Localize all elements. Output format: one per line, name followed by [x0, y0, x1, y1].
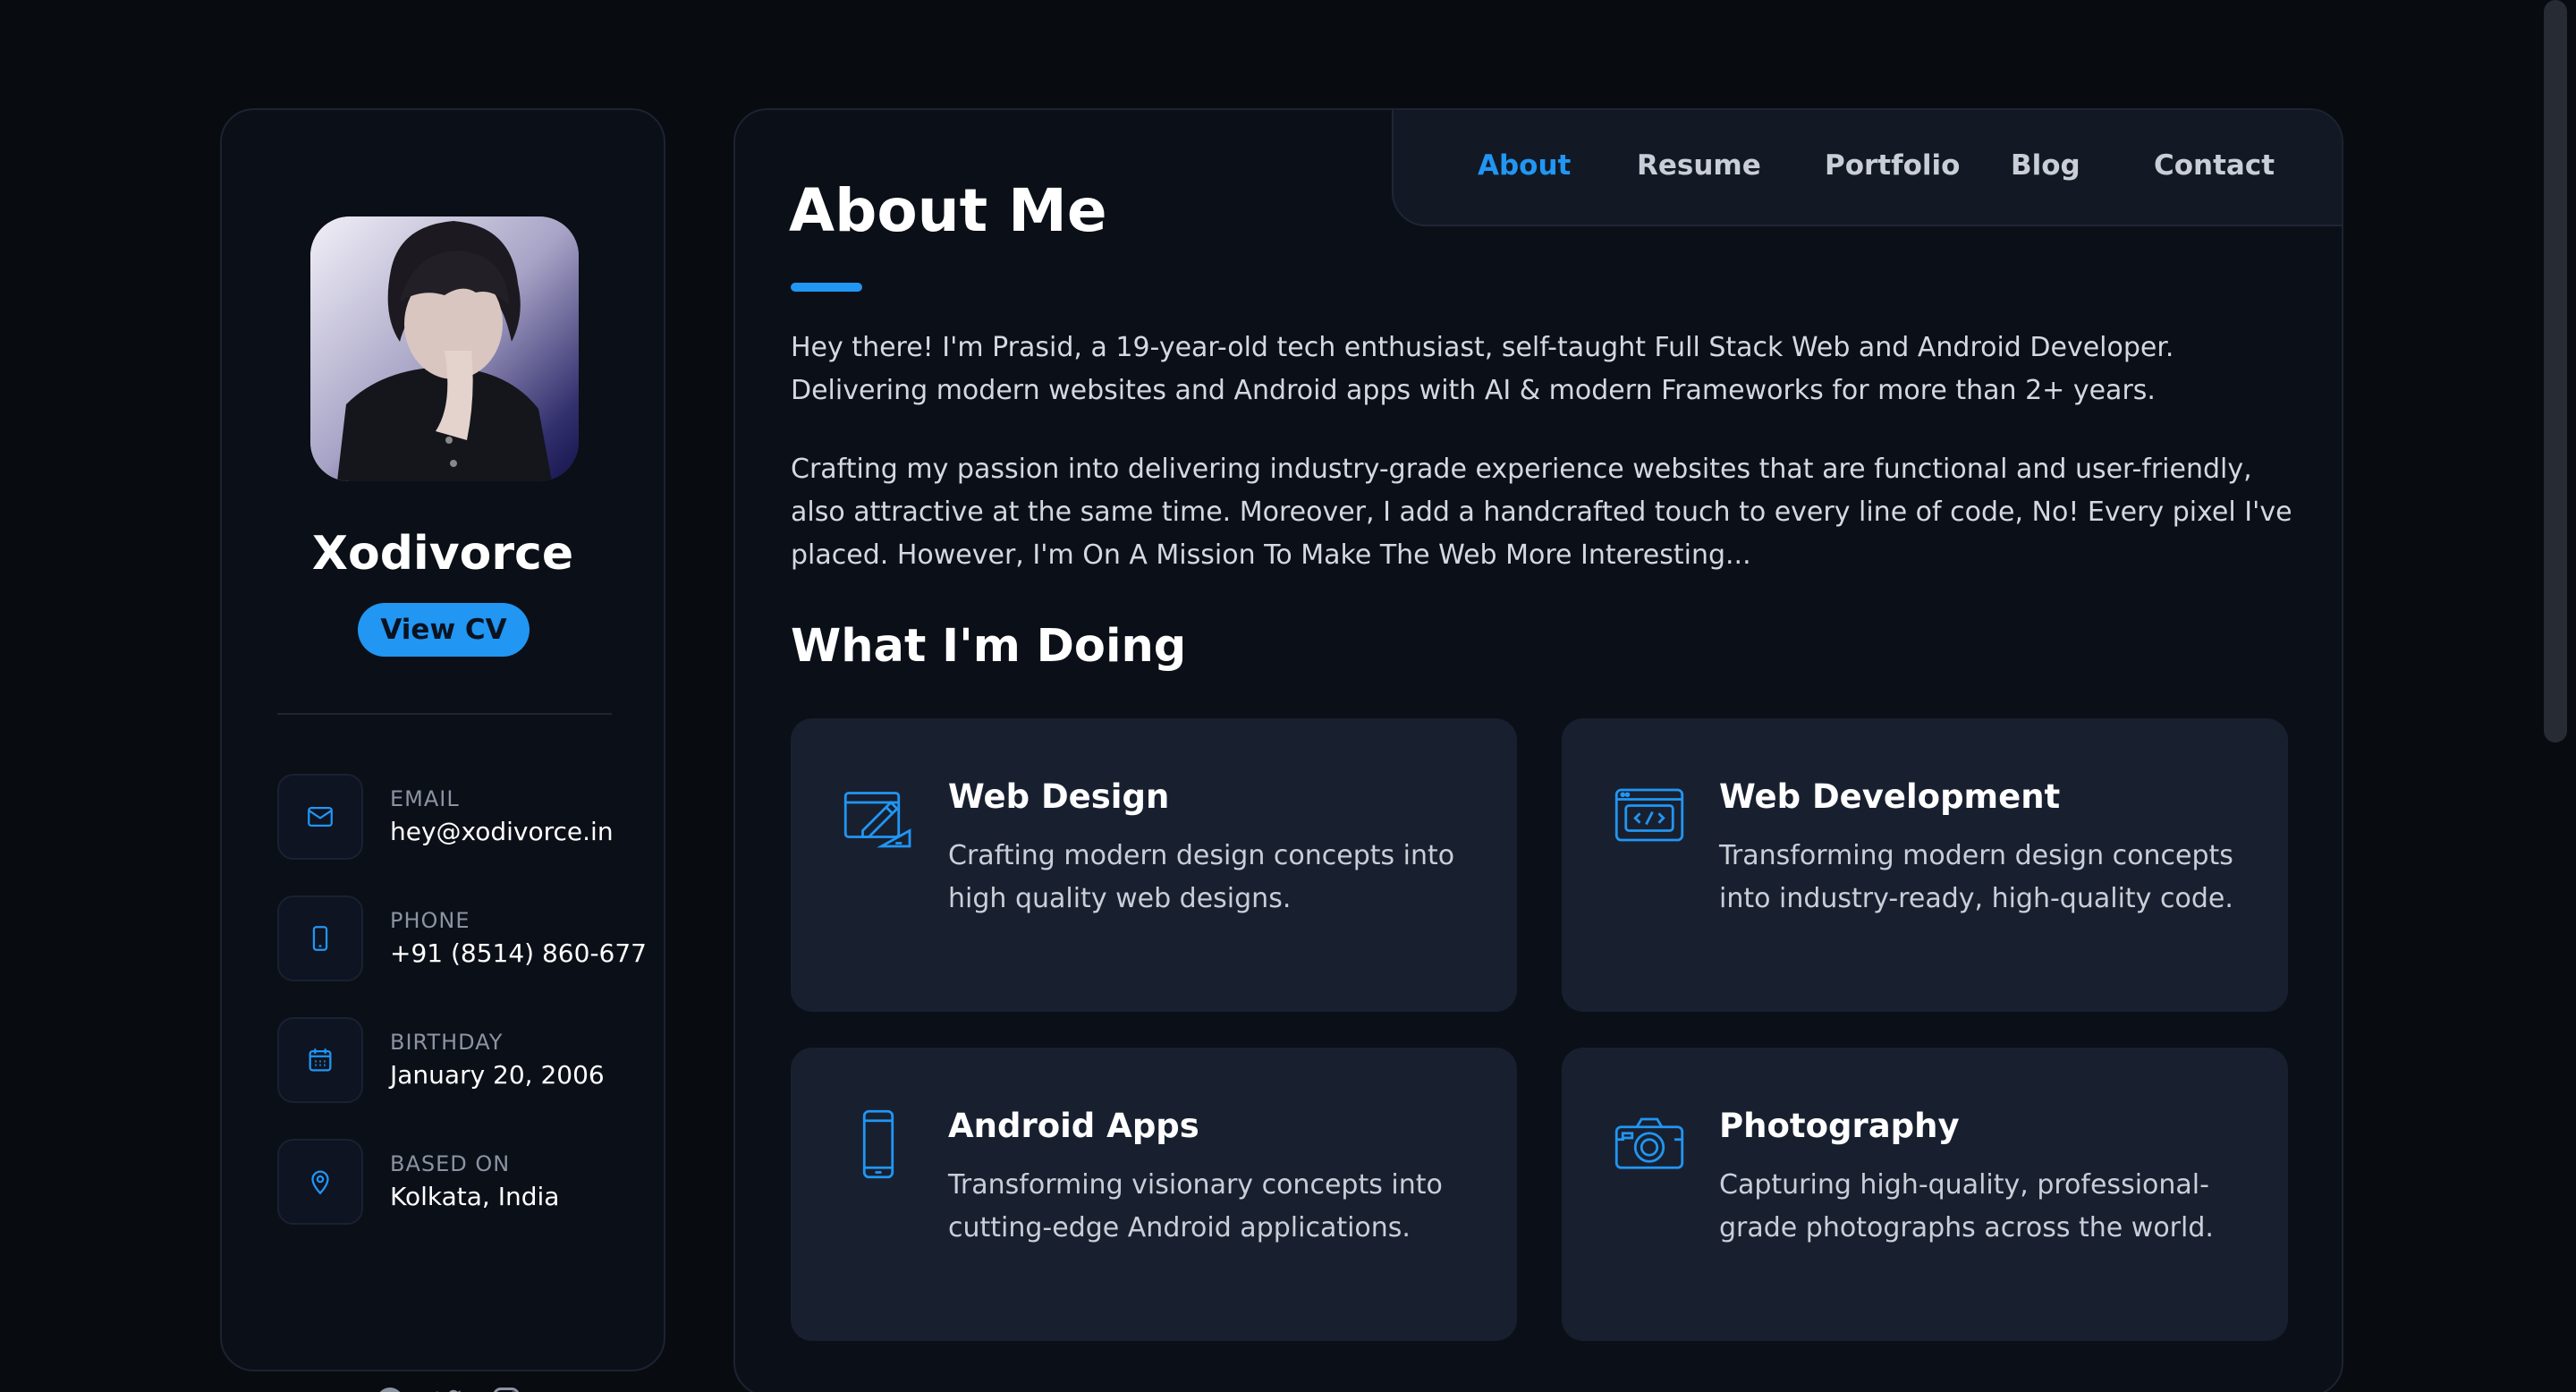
main-panel: About Resume Portfolio Blog Contact Abou…: [733, 108, 2343, 1392]
service-description: Capturing high-quality, professional-gra…: [1719, 1169, 2214, 1243]
nav-item-about[interactable]: About: [1478, 149, 1571, 182]
page-title: About Me: [789, 176, 1107, 245]
contact-label: PHONE: [390, 908, 470, 933]
service-card-web-design: Web Design Crafting modern design concep…: [791, 718, 1517, 1012]
email-value[interactable]: hey@xodivorce.in: [390, 817, 614, 846]
instagram-icon[interactable]: [490, 1385, 522, 1392]
service-title: Web Design: [948, 777, 1170, 816]
nav-item-resume[interactable]: Resume: [1637, 149, 1761, 182]
about-paragraph: Hey there! I'm Prasid, a 19-year-old tec…: [791, 332, 2174, 406]
web-design-icon: [841, 777, 916, 853]
contact-phone: PHONE +91 (8514) 860-677: [277, 895, 647, 981]
service-description: Crafting modern design concepts into hig…: [948, 840, 1455, 914]
location-pin-icon: [277, 1139, 363, 1225]
title-underline: [791, 283, 862, 292]
nav-item-blog[interactable]: Blog: [2011, 149, 2080, 182]
camera-icon: [1612, 1107, 1687, 1182]
calendar-icon: [277, 1017, 363, 1103]
code-window-icon: [1612, 777, 1687, 853]
nav-item-portfolio[interactable]: Portfolio: [1825, 149, 1960, 182]
page-scrollbar[interactable]: [2544, 0, 2567, 743]
smartphone-icon: [841, 1107, 916, 1182]
contact-label: EMAIL: [390, 786, 460, 811]
location-value: Kolkata, India: [390, 1182, 560, 1211]
page: Xodivorce View CV EMAIL hey@xodivorce.in…: [0, 0, 2576, 1392]
phone-value[interactable]: +91 (8514) 860-677: [390, 938, 647, 968]
sidebar-divider: [277, 713, 612, 715]
view-cv-button[interactable]: View CV: [358, 603, 530, 657]
birthday-value: January 20, 2006: [390, 1060, 605, 1090]
service-card-android-apps: Android Apps Transforming visionary conc…: [791, 1048, 1517, 1341]
facebook-icon[interactable]: [374, 1385, 406, 1392]
service-title: Photography: [1719, 1107, 1960, 1145]
phone-icon: [277, 895, 363, 981]
contact-label: BASED ON: [390, 1151, 511, 1176]
contact-label: BIRTHDAY: [390, 1030, 504, 1055]
service-card-photography: Photography Capturing high-quality, prof…: [1562, 1048, 2288, 1341]
contact-email: EMAIL hey@xodivorce.in: [277, 774, 635, 860]
contact-birthday: BIRTHDAY January 20, 2006: [277, 1017, 635, 1103]
service-description: Transforming modern design concepts into…: [1719, 840, 2233, 914]
profile-name: Xodivorce: [311, 527, 574, 581]
twitter-icon[interactable]: [432, 1385, 464, 1392]
service-title: Android Apps: [948, 1107, 1199, 1145]
contact-location: BASED ON Kolkata, India: [277, 1139, 635, 1225]
avatar: [310, 216, 579, 481]
service-description: Transforming visionary concepts into cut…: [948, 1169, 1443, 1243]
service-title: Web Development: [1719, 777, 2061, 816]
avatar-illustration: [310, 216, 579, 481]
profile-sidebar: Xodivorce View CV EMAIL hey@xodivorce.in…: [220, 108, 665, 1392]
section-title: What I'm Doing: [791, 620, 1187, 673]
nav-item-contact[interactable]: Contact: [2154, 149, 2275, 182]
about-paragraph: Crafting my passion into delivering indu…: [791, 454, 2292, 571]
mail-icon: [277, 774, 363, 860]
service-card-web-development: Web Development Transforming modern desi…: [1562, 718, 2288, 1012]
top-navbar: About Resume Portfolio Blog Contact: [1392, 110, 2342, 226]
